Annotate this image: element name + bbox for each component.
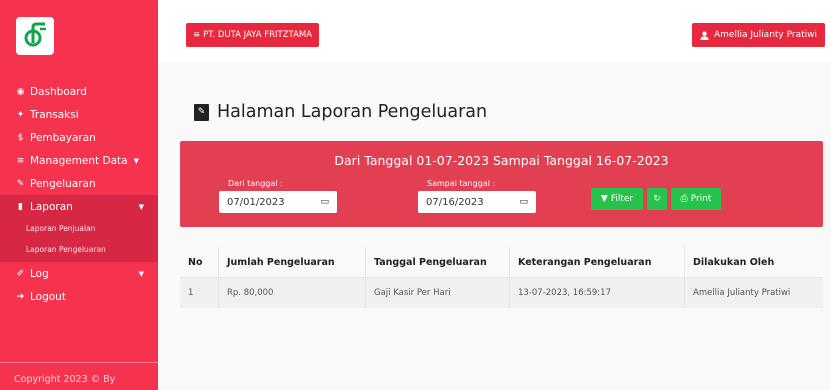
- table-header-cell: No: [188, 256, 203, 268]
- table-row: 1 Rp. 80,000 Gaji Kasir Per Hari 13-07-2…: [180, 278, 823, 308]
- sidebar-item-label: Logout: [30, 290, 66, 303]
- sidebar-item-pembayaran[interactable]: $ Pembayaran: [0, 126, 158, 149]
- dollar-icon: $: [17, 132, 24, 143]
- dashboard-icon: ◉: [16, 86, 25, 97]
- table-header-row: No Jumlah Pengeluaran Tanggal Pengeluara…: [180, 247, 823, 278]
- sidebar-subitem-label: Laporan Pengeluaran: [26, 245, 106, 254]
- table-cell: 13-07-2023, 16:59:17: [509, 278, 684, 308]
- expense-table: No Jumlah Pengeluaran Tanggal Pengeluara…: [180, 247, 823, 308]
- refresh-icon: ↻: [653, 194, 661, 204]
- table-cell: Rp. 80,000: [218, 278, 365, 308]
- filter-icon: ▼: [600, 194, 608, 204]
- table-cell: Amellia Julianty Pratiwi: [684, 278, 823, 308]
- calendar-icon[interactable]: ▭: [320, 197, 329, 207]
- date-range-text: Dari Tanggal 01-07-2023 Sampai Tanggal 1…: [334, 153, 669, 168]
- sidebar-nav: ◉ Dashboard ✦ Transaksi $ Pembayaran ≡ M…: [0, 80, 158, 308]
- sidebar-item-label: Management Data: [30, 154, 128, 167]
- table-header-cell: Dilakukan Oleh: [684, 247, 823, 277]
- refresh-button[interactable]: ↻: [647, 188, 667, 210]
- print-button-label: Print: [690, 194, 712, 204]
- sidebar-item-pengeluaran[interactable]: ✎ Pengeluaran: [0, 172, 158, 195]
- edit-icon: ✎: [16, 178, 25, 189]
- sidebar-item-log[interactable]: ✐ Log ▼: [0, 262, 158, 285]
- chevron-down-icon: ▼: [133, 156, 139, 165]
- from-date-input[interactable]: 07/01/2023 ▭: [219, 191, 337, 213]
- logout-icon: ➔: [16, 291, 25, 302]
- pdf-file-icon: ✎: [194, 103, 209, 121]
- main-content: ✎ Halaman Laporan Pengeluaran Dari Tangg…: [158, 62, 831, 390]
- sidebar-item-label: Laporan: [30, 200, 73, 213]
- sidebar-item-label: Pembayaran: [30, 131, 96, 144]
- sidebar-subitem-laporan-penjualan[interactable]: Laporan Penjualan: [0, 218, 158, 239]
- handshake-icon: ✦: [16, 109, 25, 120]
- calendar-icon[interactable]: ▭: [519, 197, 528, 207]
- copyright-text: Copyright 2023 © By: [14, 374, 116, 385]
- from-date-label: Dari tanggal :: [228, 179, 283, 188]
- chevron-down-icon: ▼: [138, 202, 144, 211]
- sidebar-subitem-label: Laporan Penjualan: [26, 224, 96, 233]
- topbar: ≡ PT. DUTA JAYA FRITZTAMA Amellia Julian…: [158, 0, 831, 62]
- from-date-value: 07/01/2023: [227, 196, 285, 208]
- list-icon: ≡: [193, 30, 201, 40]
- company-button[interactable]: ≡ PT. DUTA JAYA FRITZTAMA: [186, 23, 320, 47]
- filter-card: Dari Tanggal 01-07-2023 Sampai Tanggal 1…: [180, 141, 823, 227]
- table-cell: 1: [188, 288, 194, 298]
- to-date-label: Sampai tanggal :: [427, 179, 496, 188]
- sidebar-item-label: Pengeluaran: [30, 177, 96, 190]
- company-logo[interactable]: [16, 17, 54, 55]
- filter-button[interactable]: ▼ Filter: [591, 188, 643, 210]
- user-name: Amellia Julianty Pratiwi: [713, 30, 817, 40]
- page-header: ✎ Halaman Laporan Pengeluaran: [194, 102, 487, 122]
- filter-button-label: Filter: [610, 194, 634, 204]
- user-icon: [700, 31, 709, 40]
- book-icon: ▮: [18, 201, 23, 212]
- laporan-submenu: Laporan Penjualan Laporan Pengeluaran: [0, 218, 158, 262]
- chevron-down-icon: ▼: [138, 269, 144, 278]
- sidebar-item-transaksi[interactable]: ✦ Transaksi: [0, 103, 158, 126]
- sidebar-item-dashboard[interactable]: ◉ Dashboard: [0, 80, 158, 103]
- to-date-input[interactable]: 07/16/2023 ▭: [418, 191, 536, 213]
- sidebar-divider: [0, 362, 158, 363]
- sidebar-item-logout[interactable]: ➔ Logout: [0, 285, 158, 308]
- table-cell: Gaji Kasir Per Hari: [365, 278, 509, 308]
- sidebar-subitem-laporan-pengeluaran[interactable]: Laporan Pengeluaran: [0, 239, 158, 260]
- to-date-value: 07/16/2023: [426, 196, 484, 208]
- table-header-cell: Jumlah Pengeluaran: [218, 247, 365, 277]
- sidebar-item-label: Transaksi: [30, 108, 79, 121]
- sidebar-item-management-data[interactable]: ≡ Management Data ▼: [0, 149, 158, 172]
- print-icon: ⎙: [680, 194, 688, 204]
- user-button[interactable]: Amellia Julianty Pratiwi: [691, 23, 825, 47]
- sidebar-item-label: Dashboard: [30, 85, 87, 98]
- sidebar-item-label: Log: [30, 267, 49, 280]
- log-icon: ✐: [16, 268, 25, 279]
- print-button[interactable]: ⎙ Print: [671, 188, 721, 210]
- company-logo-icon: [24, 22, 46, 47]
- table-header-cell: Tanggal Pengeluaran: [365, 247, 509, 277]
- table-header-cell: Keterangan Pengeluaran: [509, 247, 684, 277]
- sidebar-item-laporan[interactable]: ▮ Laporan ▼: [0, 195, 158, 218]
- logo-area: [0, 0, 158, 72]
- list-icon: ≡: [16, 155, 25, 166]
- sidebar: ◉ Dashboard ✦ Transaksi $ Pembayaran ≡ M…: [0, 0, 158, 390]
- company-name: PT. DUTA JAYA FRITZTAMA: [203, 30, 313, 40]
- page-title: Halaman Laporan Pengeluaran: [217, 102, 488, 122]
